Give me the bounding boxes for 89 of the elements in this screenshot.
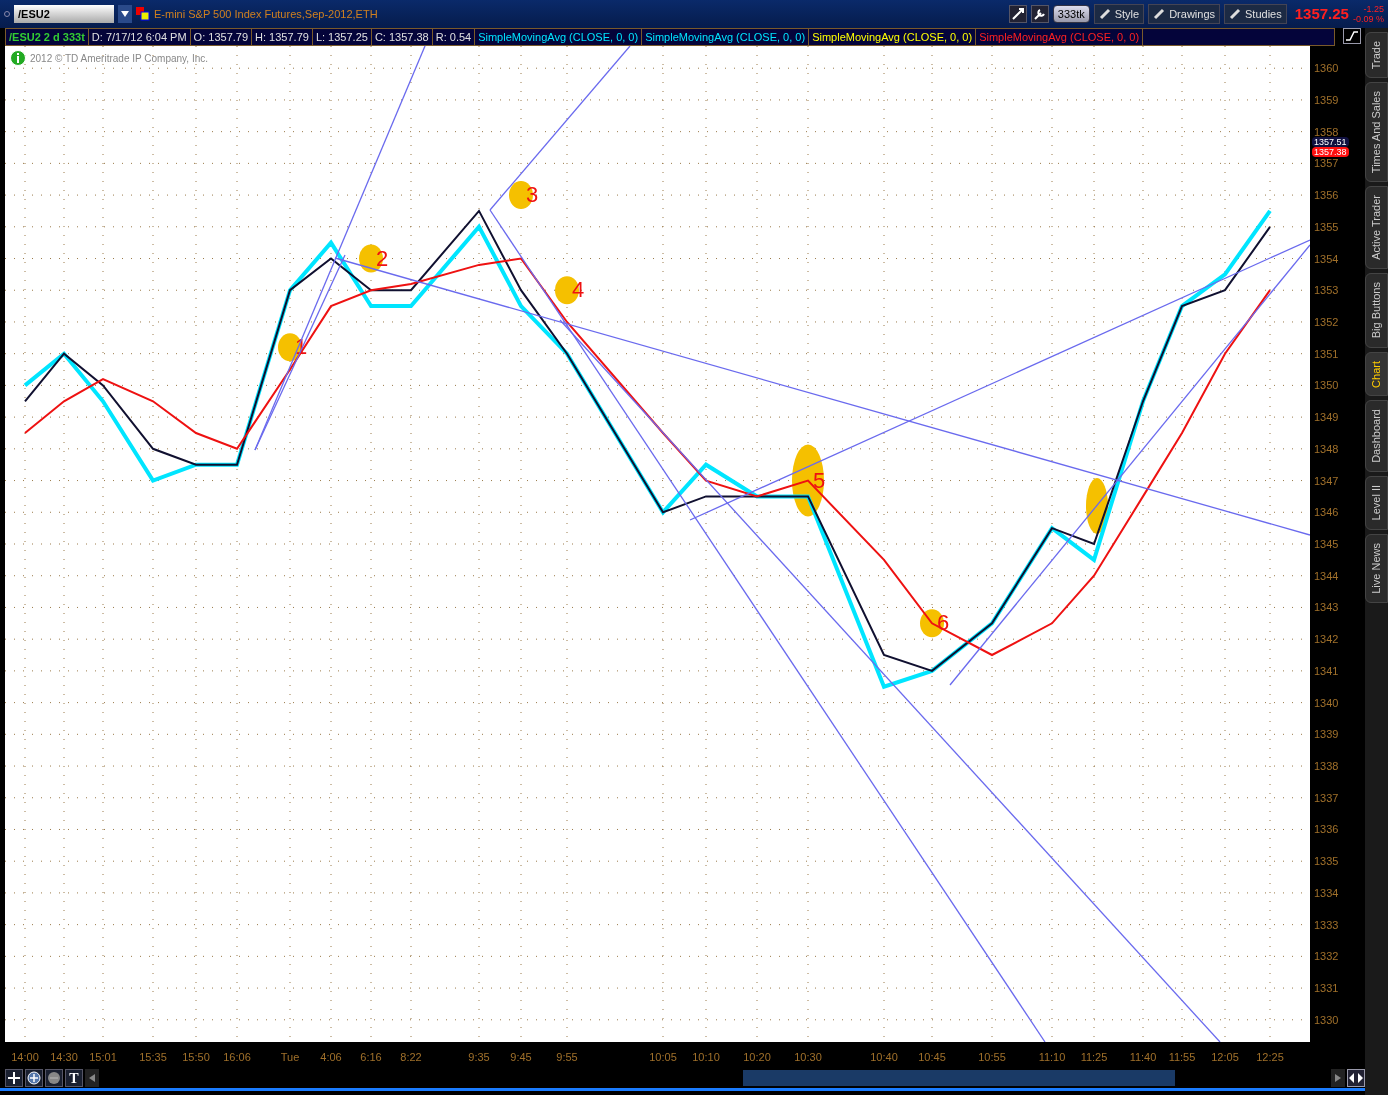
time-axis-label: 15:50 — [182, 1051, 210, 1063]
toolbar-button[interactable]: Style — [1093, 4, 1145, 24]
time-axis-label: 6:16 — [360, 1051, 382, 1063]
price-axis-label: 1346 — [1314, 506, 1339, 519]
copyright-text: 2012 © TD Ameritrade IP Company, Inc. — [30, 51, 208, 66]
price-axis-label: 1340 — [1314, 696, 1339, 709]
price-axis-label: 1348 — [1314, 442, 1339, 455]
price-axis-label: 1331 — [1314, 982, 1339, 995]
price-axis-label: 1333 — [1314, 918, 1339, 931]
time-axis-label: 14:00 — [11, 1051, 39, 1063]
price-axis-label: 1334 — [1314, 886, 1339, 899]
time-axis-label: 10:10 — [692, 1051, 720, 1063]
price-axis-label: 1359 — [1314, 93, 1339, 106]
time-axis-label: 11:55 — [1168, 1051, 1196, 1063]
legend-item: R: 0.54 — [432, 29, 476, 45]
side-tab[interactable]: Chart — [1365, 351, 1388, 397]
symbol-field[interactable]: /ESU2 — [14, 5, 114, 23]
time-axis-label: 15:35 — [139, 1051, 167, 1063]
side-tab[interactable]: Active Trader — [1365, 186, 1388, 270]
time-axis-label: 4:06 — [320, 1051, 342, 1063]
time-axis-label: 10:40 — [870, 1051, 898, 1063]
side-tab[interactable]: Dashboard — [1365, 400, 1388, 473]
price-axis-label: 1360 — [1314, 62, 1339, 75]
price-axis-label: 1352 — [1314, 315, 1339, 328]
price-axis-label: 1355 — [1314, 220, 1339, 233]
time-axis-label: 10:45 — [918, 1051, 946, 1063]
price-axis-label: 1347 — [1314, 474, 1339, 487]
price-axis-label: 1353 — [1314, 284, 1339, 297]
time-axis-label: 16:06 — [223, 1051, 251, 1063]
percent-change: -0.09 % — [1352, 14, 1384, 24]
price-axis-label: 1351 — [1314, 347, 1339, 360]
price-axis-label: 1338 — [1314, 760, 1339, 773]
time-axis-label: 10:55 — [978, 1051, 1006, 1063]
time-axis-label: 10:05 — [649, 1051, 677, 1063]
last-price: 1357.25 — [1294, 3, 1349, 24]
time-axis-label: 11:10 — [1038, 1051, 1066, 1063]
price-axis-label: 1336 — [1314, 823, 1339, 836]
legend-item: SimpleMovingAvg (CLOSE, 0, 0) — [475, 29, 643, 45]
price-axis-label: 1354 — [1314, 252, 1339, 265]
side-tab[interactable]: Level II — [1365, 476, 1388, 530]
legend-item: SimpleMovingAvg (CLOSE, 0, 0) — [976, 29, 1144, 45]
price-badge: 1357.51 — [1312, 137, 1349, 147]
aggregation-button[interactable]: 333tk — [1052, 5, 1090, 23]
price-change: -1.25 — [1363, 4, 1384, 14]
side-tab[interactable]: Big Buttons — [1365, 273, 1388, 348]
price-axis-label: 1344 — [1314, 569, 1339, 582]
legend-item: /ESU2 2 d 333t — [6, 29, 89, 45]
time-axis-label: 8:22 — [400, 1051, 422, 1063]
toolbar-button[interactable]: Studies — [1224, 4, 1287, 24]
time-axis-label: 12:25 — [1256, 1051, 1284, 1063]
price-axis-label: 1357 — [1314, 157, 1339, 170]
price-axis-label: 1343 — [1314, 601, 1339, 614]
time-axis-label: 12:05 — [1211, 1051, 1239, 1063]
time-axis-label: 9:45 — [510, 1051, 532, 1063]
price-axis-label: 1345 — [1314, 538, 1339, 550]
legend-item: C: 1357.38 — [371, 29, 433, 45]
price-badge: 1357.38 — [1312, 147, 1349, 157]
price-axis-label: 1335 — [1314, 855, 1339, 868]
price-axis-label: 1349 — [1314, 411, 1339, 424]
price-axis-label: 1350 — [1314, 379, 1339, 392]
price-axis-label: 1342 — [1314, 633, 1339, 646]
time-axis-label: 10:30 — [794, 1051, 822, 1063]
price-axis-label: 1339 — [1314, 728, 1339, 741]
toolbar-button[interactable]: Drawings — [1148, 4, 1221, 24]
time-axis-label: Tue — [280, 1051, 300, 1063]
text-tool-button[interactable]: T — [65, 1069, 83, 1087]
time-axis-label: 15:01 — [89, 1051, 117, 1063]
price-axis-label: 1337 — [1314, 791, 1339, 804]
time-axis-label: 11:40 — [1129, 1051, 1157, 1063]
side-tab[interactable]: Times And Sales — [1365, 82, 1388, 183]
time-axis-label: 9:55 — [556, 1051, 578, 1063]
side-tab[interactable]: Live News — [1365, 533, 1388, 603]
instrument-title: E-mini S&P 500 Index Futures,Sep-2012,ETH — [154, 6, 378, 22]
legend-item: SimpleMovingAvg (CLOSE, 0, 0) — [809, 29, 977, 45]
time-axis-label: 11:25 — [1080, 1051, 1108, 1063]
price-axis-label: 1330 — [1314, 1013, 1339, 1026]
price-axis-label: 1332 — [1314, 950, 1339, 963]
legend-item: H: 1357.79 — [252, 29, 313, 45]
price-axis-label: 1341 — [1314, 664, 1339, 677]
time-axis-label: 9:35 — [468, 1051, 490, 1063]
time-axis-label: 10:20 — [743, 1051, 771, 1063]
legend-item: SimpleMovingAvg (CLOSE, 0, 0) — [642, 29, 810, 45]
price-axis-label: 1356 — [1314, 189, 1339, 202]
side-tab[interactable]: Trade — [1365, 32, 1388, 79]
price-axis-label: 1358 — [1314, 125, 1339, 138]
time-axis-label: 14:30 — [50, 1051, 78, 1063]
legend-item: D: 7/17/12 6:04 PM — [88, 29, 191, 45]
legend-item: O: 1357.79 — [190, 29, 253, 45]
legend-item: L: 1357.25 — [312, 29, 372, 45]
